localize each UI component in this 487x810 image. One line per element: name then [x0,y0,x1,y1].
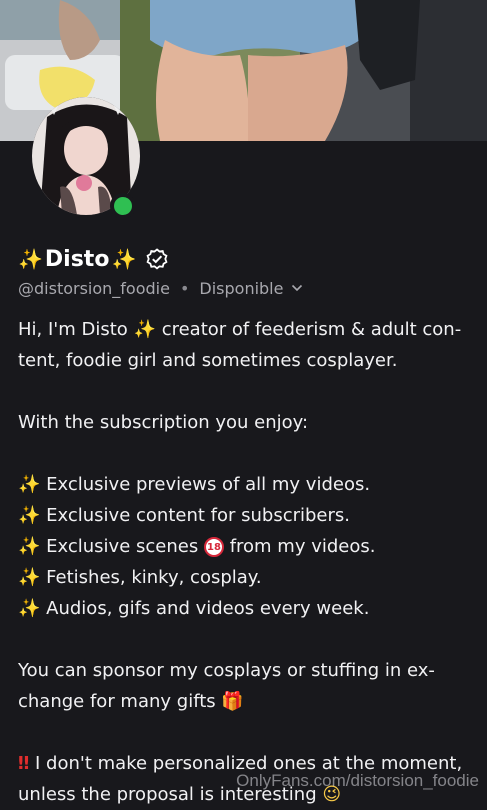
sparkles-icon: ✨ [18,536,41,557]
sparkles-icon: ✨ [133,319,156,340]
benefit-text: Exclusive previews of all my videos. [46,474,371,495]
availability-status[interactable]: Disponible [199,279,283,298]
sparkles-icon: ✨ [18,567,41,588]
sparkles-icon: ✨ [111,247,137,271]
benefit-item: ✨ Audios, gifs and videos every week. [18,593,473,624]
bio-line: With the subscription you enjoy: [18,412,309,433]
benefit-item: ✨ Exclusive previews of all my videos. [18,469,473,500]
gift-icon: 🎁 [221,691,244,712]
profile-bio: Hi, I'm Disto ✨ creator of feederism & a… [18,314,473,810]
bio-spacer [18,438,473,469]
bio-line: tent, foodie girl and sometimes cosplaye… [18,350,398,371]
sparkles-icon: ✨ [18,247,43,271]
bio-spacer [18,376,473,407]
bio-line: change for many gifts 🎁 [18,686,473,717]
no-under-18-icon: 18 [203,537,224,557]
benefit-item: ✨ Exclusive scenes 18 from my videos. [18,531,473,562]
sparkles-icon: ✨ [18,474,41,495]
benefit-text: Audios, gifs and videos every week. [46,598,370,619]
online-status-dot [110,193,136,219]
bio-spacer [18,624,473,655]
chevron-down-icon[interactable] [291,284,303,292]
bio-line: Hi, I'm Disto ✨ creator of feederism & a… [18,314,473,345]
double-exclamation-icon: ‼ [18,753,30,774]
sparkles-icon: ✨ [18,505,41,526]
bio-text: Hi, I'm Disto [18,319,128,340]
watermark: OnlyFans.com/distorsion_foodie [236,771,479,790]
profile-handle: @distorsion_foodie [18,278,170,298]
bio-text: change for many gifts [18,691,216,712]
benefit-text: Exclusive scenes [46,536,199,557]
separator-dot: • [179,278,190,298]
benefit-item: ✨ Fetishes, kinky, cosplay. [18,562,473,593]
benefit-text: Fetishes, kinky, cosplay. [46,567,262,588]
sparkles-icon: ✨ [18,598,41,619]
benefit-text: Exclusive content for subscribers. [46,505,350,526]
bio-line: You can sponsor my cosplays or stuffing … [18,660,435,681]
bio-spacer [18,717,473,748]
profile-meta-row: @distorsion_foodie • Disponible [18,277,303,299]
verified-badge-icon [146,248,168,270]
benefit-text: from my videos. [229,536,376,557]
profile-name-row: ✨ Disto ✨ [18,243,168,275]
benefit-item: ✨ Exclusive content for subscribers. [18,500,473,531]
display-name: Disto [44,246,110,272]
bio-text: creator of feederism & adult con- [161,319,462,340]
